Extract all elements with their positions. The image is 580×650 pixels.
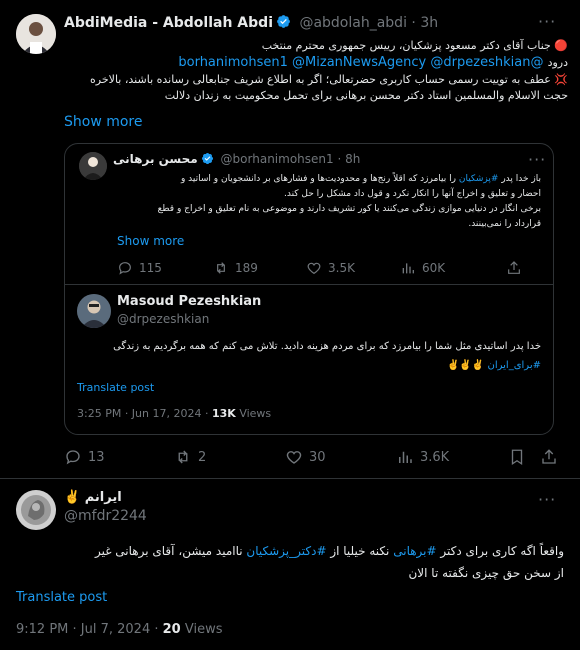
reply-author-name[interactable]: Masoud Pezeshkian xyxy=(117,294,261,309)
quoted-author-name[interactable]: محسن برهانی xyxy=(113,152,198,166)
tweet-line: 💢 عطف به توییت رسمی حساب کاربری حضرتعالی… xyxy=(90,73,568,86)
quoted-show-more-link[interactable]: Show more xyxy=(117,234,184,248)
avatar-abdi[interactable] xyxy=(16,14,56,54)
translate-post-link[interactable]: Translate post xyxy=(16,590,107,605)
reply-button[interactable]: 13 xyxy=(64,448,105,466)
quoted-line-prefix: باز خدا پدر xyxy=(501,174,541,184)
reply-emoji: ✌️✌️✌️ xyxy=(446,360,485,371)
author-name[interactable]: AbdiMedia - Abdollah Abdi xyxy=(64,15,273,31)
share-icon xyxy=(542,449,556,464)
reply-text: خدا پدر اساتیدی مثل شما را بیامرزد که بر… xyxy=(77,337,541,375)
hashtag-link[interactable]: #دکتر_پزشکیان xyxy=(246,544,326,558)
like-button[interactable]: 30 xyxy=(285,448,326,466)
verified-icon xyxy=(201,152,214,165)
like-count: 30 xyxy=(309,449,326,465)
retweet-icon xyxy=(178,450,188,464)
reply-author-handle[interactable]: @drpezeshkian xyxy=(117,312,209,326)
verified-icon xyxy=(276,14,291,29)
text-segment: نکنه خیلیا از xyxy=(330,544,390,558)
reply-icon xyxy=(119,262,131,275)
bookmark-button[interactable] xyxy=(508,448,526,466)
tweet-line-mentions: درود @borhanimohsen1 @MizanNewsAgency @d… xyxy=(64,54,568,72)
reply-tweet-text: واقعاً اگه کاری برای دکتر #برهانی نکنه خ… xyxy=(16,540,564,584)
views-count: 60K xyxy=(422,261,446,275)
quoted-line: برخی انگار در دنیایی موازی زندگی می‌کنند… xyxy=(157,204,541,214)
quoted-views-button[interactable]: 60K xyxy=(400,260,445,276)
reply-tweet-line: از سخن حق چیزی نگفته تا الان xyxy=(408,566,564,580)
tweet-views-label: Views xyxy=(184,622,223,637)
author-handle[interactable]: @abdolah_abdi xyxy=(299,15,407,31)
more-icon[interactable]: ··· xyxy=(538,12,556,31)
quoted-like-button[interactable]: 3.5K xyxy=(306,260,355,276)
reply-count: 115 xyxy=(139,261,162,275)
tweet-divider xyxy=(0,478,580,479)
more-icon[interactable]: ··· xyxy=(528,150,546,169)
quoted-retweet-button[interactable]: 189 xyxy=(213,260,258,276)
reply-line: #برای_ایران ✌️✌️✌️ xyxy=(77,356,541,375)
quoted-time[interactable]: · 8h xyxy=(337,152,360,166)
tweet-line: 🔴 جناب آقای دکتر مسعود پزشکیان، رییس جمه… xyxy=(261,39,568,52)
share-icon xyxy=(508,261,520,274)
retweet-count: 2 xyxy=(198,449,207,465)
mention-link[interactable]: @drpezeshkian xyxy=(430,55,530,70)
like-icon xyxy=(307,262,321,275)
quoted-author-handle[interactable]: @borhanimohsen1 xyxy=(221,152,334,166)
views-icon xyxy=(402,263,414,274)
avatar-pezeshkian[interactable] xyxy=(77,294,111,328)
hashtag-link[interactable]: #برهانی xyxy=(393,544,436,558)
tweet-time[interactable]: · 3h xyxy=(411,15,438,31)
reply-timestamp[interactable]: 3:25 PM · Jun 17, 2024 · xyxy=(77,407,208,420)
retweet-count: 189 xyxy=(235,261,258,275)
quoted-line: باز خدا پدر #پزشکیان را بیامرزد که اقلاً… xyxy=(113,172,541,187)
tweet-timestamp[interactable]: 9:12 PM · Jul 7, 2024 · xyxy=(16,622,158,637)
views-count: 3.6K xyxy=(420,449,450,465)
quoted-text: باز خدا پدر #پزشکیان را بیامرزد که اقلاً… xyxy=(113,172,541,232)
tweet-views-count: 20 xyxy=(162,622,181,637)
avatar-borhani[interactable] xyxy=(79,152,107,180)
reply-meta: 3:25 PM · Jun 17, 2024 · 13K Views xyxy=(77,407,271,420)
reply-tweet-line: واقعاً اگه کاری برای دکتر #برهانی نکنه خ… xyxy=(16,540,564,562)
quoted-line: احضار و تعلیق و اخراج آنها را انکار نکرد… xyxy=(283,189,541,199)
hashtag-link[interactable]: #برای_ایران xyxy=(488,360,542,371)
tweet-meta: 9:12 PM · Jul 7, 2024 · 20 Views xyxy=(16,622,222,637)
text-segment: واقعاً اگه کاری برای دکتر xyxy=(440,544,564,558)
more-icon[interactable]: ··· xyxy=(538,490,556,509)
views-button[interactable]: 3.6K xyxy=(396,448,449,466)
reply-user-name[interactable]: ایرانم ✌️ xyxy=(64,490,122,505)
avatar-mfdr[interactable] xyxy=(16,490,56,530)
reply-icon xyxy=(66,450,80,465)
tweet-text: 🔴 جناب آقای دکتر مسعود پزشکیان، رییس جمه… xyxy=(64,38,568,104)
reply-count: 13 xyxy=(88,449,105,465)
tweet-line-prefix: درود xyxy=(547,56,568,69)
reply-views-label: Views xyxy=(239,407,272,420)
reply-user-handle[interactable]: @mfdr2244 xyxy=(64,508,147,524)
reply-views-count: 13K xyxy=(211,407,236,420)
retweet-button[interactable]: 2 xyxy=(174,448,206,466)
quote-divider xyxy=(65,284,553,285)
text-segment: ناامید میشن، آقای برهانی غیر xyxy=(94,544,243,558)
quoted-reply-button[interactable]: 115 xyxy=(117,260,162,276)
like-icon xyxy=(286,451,302,464)
show-more-link[interactable]: Show more xyxy=(64,114,143,130)
hashtag-link[interactable]: #پزشکیان xyxy=(459,174,499,184)
translate-post-link[interactable]: Translate post xyxy=(77,381,154,394)
retweet-icon xyxy=(217,262,225,274)
like-count: 3.5K xyxy=(328,261,355,275)
views-icon xyxy=(399,451,412,463)
reply-line: خدا پدر اساتیدی مثل شما را بیامرزد که بر… xyxy=(113,341,541,352)
quoted-share-button[interactable] xyxy=(506,260,522,276)
mention-link[interactable]: @MizanNewsAgency xyxy=(292,55,426,70)
tweet-line: حجت الاسلام والمسلمین استاد دکتر محسن بر… xyxy=(164,89,568,102)
quoted-line-suffix: را بیامرزد که اقلاً رنج‌ها و محدودیت‌ها … xyxy=(180,174,456,184)
bookmark-icon xyxy=(511,449,523,466)
quoted-line: قرارداد را نمی‌بینند. xyxy=(468,219,541,229)
share-button[interactable] xyxy=(540,448,558,466)
